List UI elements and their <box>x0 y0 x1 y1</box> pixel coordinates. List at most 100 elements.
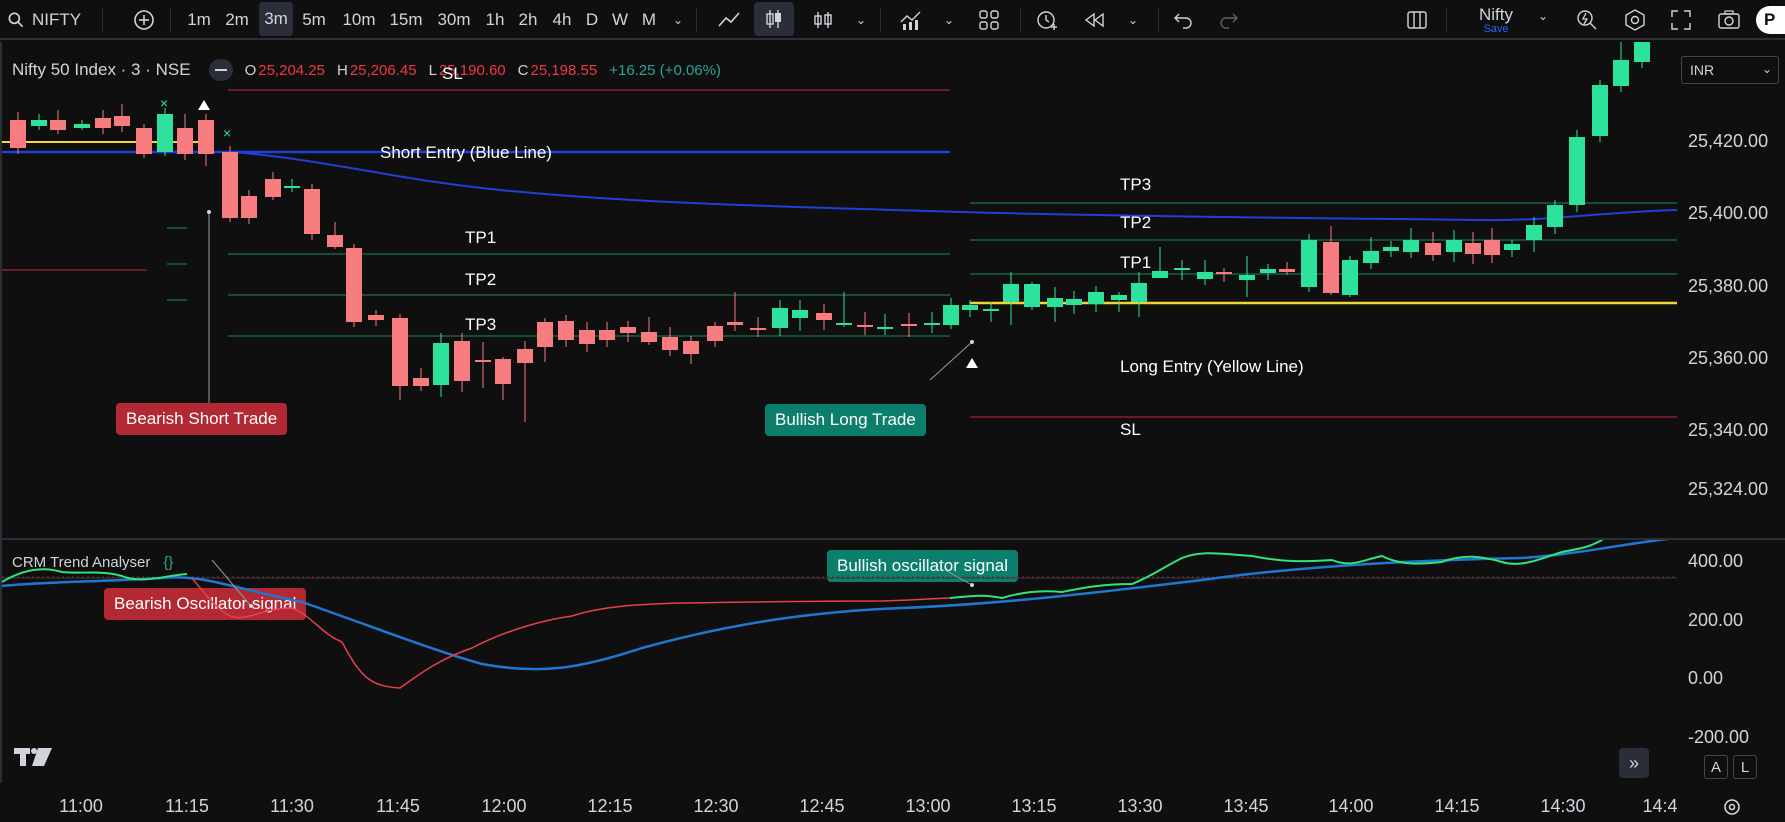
indicator-name[interactable]: CRM Trend Analyser <box>12 554 150 571</box>
legend-collapse-button[interactable] <box>208 59 233 81</box>
osc-tick: 400.00 <box>1688 551 1744 571</box>
time-tick: 14:30 <box>1540 796 1586 816</box>
chevron-down-icon[interactable]: ⌄ <box>1538 9 1548 23</box>
interval-3m[interactable]: 3m <box>259 2 293 36</box>
connector-dot <box>249 604 253 608</box>
long-entry-label: Long Entry (Yellow Line) <box>1120 357 1304 376</box>
candle-body <box>265 179 281 197</box>
layout-panel-button[interactable] <box>1402 0 1432 40</box>
scroll-to-realtime-button[interactable]: » <box>1619 748 1649 778</box>
auto-scale-button[interactable]: A <box>1704 755 1728 779</box>
line-chart-icon <box>718 12 740 27</box>
compare-symbol-button[interactable] <box>130 0 158 40</box>
chevron-down-icon: ⌄ <box>1127 13 1139 27</box>
indicators-dropdown[interactable]: ⌄ <box>940 0 958 40</box>
interval-2m[interactable]: 2m <box>222 0 252 40</box>
candle-body <box>877 327 893 329</box>
columns-icon <box>1407 11 1427 29</box>
candle-body <box>222 152 238 218</box>
price-tick: 25,400.00 <box>1688 203 1769 223</box>
bearish-trade-badge[interactable]: Bearish Short Trade <box>116 403 288 435</box>
oscillator-pane[interactable] <box>0 540 1680 783</box>
legend-title[interactable]: Nifty 50 Index · 3 · NSE <box>12 60 191 80</box>
interval-10m[interactable]: 10m <box>339 0 379 40</box>
time-tick: 11:45 <box>376 796 420 816</box>
price-chart-pane[interactable]: × × <box>0 42 1680 538</box>
candle-body <box>792 310 808 318</box>
interval-1h[interactable]: 1h <box>482 0 508 40</box>
line-chart-button[interactable] <box>712 0 746 40</box>
sl-top-label: SL <box>442 64 463 83</box>
tp3-right-label: TP3 <box>1120 175 1152 194</box>
time-tick: 11:15 <box>165 796 209 816</box>
candle-body <box>1066 299 1082 305</box>
layouts-button[interactable] <box>974 0 1004 40</box>
time-axis[interactable]: 11:00 11:15 11:30 11:45 12:00 12:15 12:3… <box>0 783 1740 822</box>
oscillator-axis[interactable]: 400.00 200.00 0.00 -200.00 <box>1680 540 1785 783</box>
chevron-down-icon: ⌄ <box>855 13 867 27</box>
interval-d[interactable]: D <box>582 0 602 40</box>
time-tick: 14:00 <box>1328 796 1374 816</box>
tp3-left-label: TP3 <box>465 315 497 334</box>
settings-gear-icon[interactable] <box>1720 795 1744 819</box>
candle-body <box>599 330 615 340</box>
symbol-label: NIFTY <box>32 10 82 29</box>
interval-5m[interactable]: 5m <box>299 0 329 40</box>
chart-type-dropdown[interactable]: ⌄ <box>852 0 870 40</box>
candle-body <box>95 118 111 128</box>
fullscreen-button[interactable] <box>1666 0 1696 40</box>
change-value: +16.25 (+0.06%) <box>609 61 721 79</box>
candle-body <box>1363 251 1379 263</box>
interval-w[interactable]: W <box>609 0 631 40</box>
log-scale-button[interactable]: L <box>1733 755 1757 779</box>
price-chart-canvas[interactable]: ×× <box>2 42 1680 538</box>
redo-icon <box>1220 13 1238 29</box>
tradingview-logo[interactable] <box>14 746 54 773</box>
candle-body <box>475 360 491 362</box>
interval-2h[interactable]: 2h <box>515 0 541 40</box>
settings-button[interactable] <box>1620 0 1650 40</box>
price-axis[interactable]: 25,420.00 25,400.00 25,380.00 25,360.00 … <box>1680 42 1785 538</box>
replay-button[interactable] <box>1080 0 1110 40</box>
symbol-search[interactable]: NIFTY <box>6 0 88 40</box>
replay-dropdown[interactable]: ⌄ <box>1124 0 1142 40</box>
bullish-trade-badge[interactable]: Bullish Long Trade <box>765 404 926 436</box>
candle-body <box>31 120 47 126</box>
save-label[interactable]: Save <box>1460 23 1532 35</box>
interval-m[interactable]: M <box>638 0 660 40</box>
candle-body <box>1465 243 1481 254</box>
interval-30m[interactable]: 30m <box>434 0 474 40</box>
add-circle-icon <box>134 10 154 30</box>
candle-body <box>901 324 917 326</box>
candle-body <box>157 114 173 152</box>
candle-body <box>1569 137 1585 205</box>
undo-button[interactable] <box>1168 0 1198 40</box>
candle-body <box>1323 242 1339 293</box>
candle-body <box>433 343 449 385</box>
interval-1m[interactable]: 1m <box>184 0 214 40</box>
candle-body <box>50 120 66 130</box>
indicators-button[interactable] <box>896 0 926 40</box>
undo-icon <box>1174 13 1192 29</box>
profile-avatar[interactable]: P <box>1756 6 1785 34</box>
sl-right-label: SL <box>1120 420 1141 439</box>
candle-body <box>1239 275 1255 280</box>
code-braces-icon[interactable]: {} <box>162 553 174 572</box>
candle-body <box>1260 269 1276 273</box>
oscillator-canvas[interactable] <box>2 540 1680 783</box>
chart-type-button[interactable] <box>808 0 838 40</box>
interval-dropdown[interactable]: ⌄ <box>668 0 688 40</box>
interval-15m[interactable]: 15m <box>386 0 426 40</box>
screenshot-button[interactable] <box>1714 0 1744 40</box>
price-tick: 25,380.00 <box>1688 276 1769 296</box>
close-value: 25,198.55 <box>530 61 598 79</box>
candles-button[interactable] <box>754 2 794 36</box>
interval-4h[interactable]: 4h <box>549 0 575 40</box>
quick-search-button[interactable] <box>1572 0 1602 40</box>
alert-button[interactable] <box>1032 0 1062 40</box>
chevron-down-icon: ⌄ <box>943 13 955 27</box>
redo-button[interactable] <box>1214 0 1244 40</box>
layout-name-button[interactable]: Nifty Save ⌄ <box>1456 2 1564 38</box>
candle-body <box>136 128 152 154</box>
short-signal-marker <box>198 100 210 110</box>
